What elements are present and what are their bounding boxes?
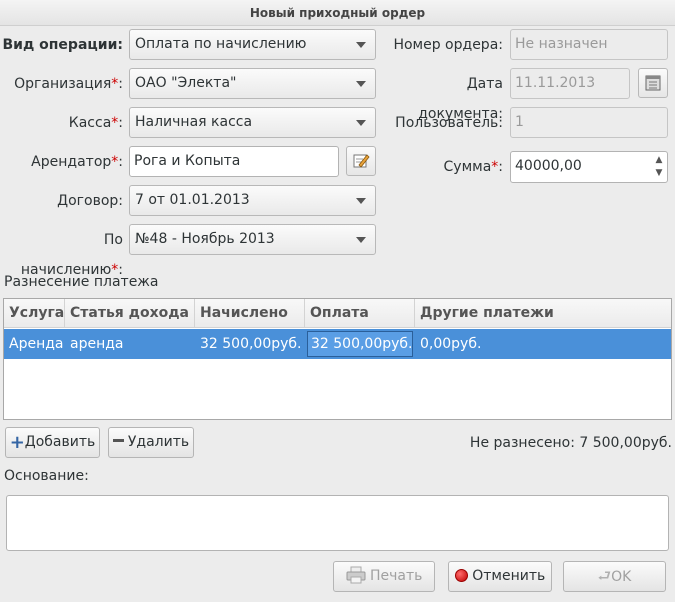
user-field: 1 bbox=[510, 107, 668, 138]
sum-field[interactable]: 40000,00 ▲ ▼ bbox=[510, 151, 668, 183]
calendar-button[interactable] bbox=[638, 68, 668, 98]
contract-label: Договор: bbox=[0, 186, 123, 216]
required-mark: * bbox=[491, 159, 499, 175]
sum-label-text: Сумма bbox=[443, 159, 492, 175]
kassa-label-text: Касса bbox=[68, 115, 112, 131]
add-row-button[interactable]: +Добавить bbox=[5, 427, 100, 458]
doc-date-label: Дата документа: bbox=[418, 76, 503, 122]
table-cell: Аренда bbox=[9, 336, 64, 352]
organization-value: ОАО "Электа" bbox=[135, 75, 237, 91]
tenant-value: Рога и Копыта bbox=[134, 153, 241, 169]
chevron-down-icon bbox=[356, 237, 366, 243]
user-value: 1 bbox=[515, 114, 524, 130]
column-header[interactable]: Оплата bbox=[305, 299, 415, 328]
printer-icon bbox=[346, 566, 366, 584]
organization-combo[interactable]: ОАО "Электа" bbox=[129, 68, 376, 99]
enter-icon: ⮐ bbox=[597, 567, 612, 585]
ok-label: OK bbox=[611, 569, 632, 585]
column-header[interactable]: Услуга bbox=[4, 299, 65, 328]
doc-date-field: 11.11.2013 bbox=[510, 68, 630, 99]
distribution-table[interactable]: Услуга Статья дохода Начислено Оплата Др… bbox=[3, 298, 672, 420]
window-title: Новый приходный ордер bbox=[0, 0, 675, 26]
order-number-field: Не назначен bbox=[510, 29, 668, 60]
edit-icon bbox=[353, 154, 370, 168]
tenant-label: Арендатор*: bbox=[31, 154, 123, 170]
column-header[interactable]: Другие платежи bbox=[415, 299, 671, 328]
column-header[interactable]: Начислено bbox=[195, 299, 305, 328]
cancel-button[interactable]: Отменить bbox=[448, 561, 552, 592]
sum-value: 40000,00 bbox=[515, 158, 582, 174]
calendar-icon bbox=[645, 75, 661, 91]
basis-label: Основание: bbox=[4, 468, 89, 484]
accrual-value: №48 - Ноябрь 2013 bbox=[135, 231, 275, 247]
ok-button[interactable]: ⮐OK bbox=[563, 561, 666, 592]
chevron-down-icon bbox=[356, 42, 366, 48]
contract-value: 7 от 01.01.2013 bbox=[135, 192, 250, 208]
kassa-combo[interactable]: Наличная касса bbox=[129, 107, 376, 138]
tenant-field[interactable]: Рога и Копыта bbox=[129, 146, 339, 177]
tenant-label-text: Арендатор bbox=[31, 154, 112, 170]
kassa-label: Касса*: bbox=[68, 115, 123, 131]
contract-label-text: Договор: bbox=[57, 193, 123, 209]
organization-label-text: Организация bbox=[14, 76, 112, 92]
user-label: Пользователь: bbox=[395, 115, 503, 131]
accrual-label-text: По начислению bbox=[20, 232, 123, 278]
table-header: Услуга Статья дохода Начислено Оплата Др… bbox=[4, 299, 671, 328]
minus-icon bbox=[112, 439, 124, 442]
required-mark: * bbox=[111, 154, 119, 170]
add-row-label: Добавить bbox=[24, 434, 96, 450]
table-cell: 32 500,00руб. bbox=[200, 336, 302, 352]
column-header[interactable]: Статья дохода bbox=[65, 299, 195, 328]
kassa-value: Наличная касса bbox=[135, 114, 253, 130]
cancel-label: Отменить bbox=[472, 568, 546, 584]
undistributed-amount: Не разнесено: 7 500,00руб. bbox=[469, 435, 672, 451]
edit-tenant-button[interactable] bbox=[346, 146, 376, 176]
table-cell: аренда bbox=[70, 336, 124, 352]
basis-textarea[interactable] bbox=[6, 495, 669, 551]
spin-up-icon[interactable]: ▲ bbox=[653, 154, 665, 167]
order-number-placeholder: Не назначен bbox=[515, 36, 608, 52]
print-label: Печать bbox=[370, 568, 423, 584]
remove-row-button[interactable]: Удалить bbox=[108, 427, 194, 458]
stop-icon bbox=[454, 569, 468, 582]
spin-down-icon[interactable]: ▼ bbox=[653, 167, 665, 180]
table-row[interactable]: Аренда аренда 32 500,00руб. 32 500,00руб… bbox=[4, 329, 671, 359]
required-mark: * bbox=[111, 76, 119, 92]
organization-label: Организация*: bbox=[14, 76, 123, 92]
operation-value: Оплата по начислению bbox=[135, 36, 307, 52]
chevron-down-icon bbox=[356, 198, 366, 204]
required-mark: * bbox=[111, 115, 119, 131]
sum-label: Сумма*: bbox=[443, 159, 503, 175]
table-cell: 0,00руб. bbox=[420, 336, 482, 352]
operation-combo[interactable]: Оплата по начислению bbox=[129, 29, 376, 60]
print-button[interactable]: Печать bbox=[333, 561, 435, 592]
contract-combo[interactable]: 7 от 01.01.2013 bbox=[129, 185, 376, 216]
distribution-title: Разнесение платежа bbox=[4, 274, 159, 290]
plus-icon: + bbox=[9, 432, 25, 453]
payment-cell-editor[interactable]: 32 500,00руб. bbox=[307, 331, 413, 357]
remove-row-label: Удалить bbox=[127, 434, 190, 450]
chevron-down-icon bbox=[356, 120, 366, 126]
operation-label-text: Вид операции: bbox=[2, 37, 123, 53]
operation-label: Вид операции: bbox=[0, 30, 123, 60]
order-number-label: Номер ордера: bbox=[393, 37, 503, 53]
doc-date-value: 11.11.2013 bbox=[515, 75, 596, 91]
chevron-down-icon bbox=[356, 81, 366, 87]
accrual-combo[interactable]: №48 - Ноябрь 2013 bbox=[129, 224, 376, 255]
accrual-label: По начислению*: bbox=[20, 232, 123, 278]
